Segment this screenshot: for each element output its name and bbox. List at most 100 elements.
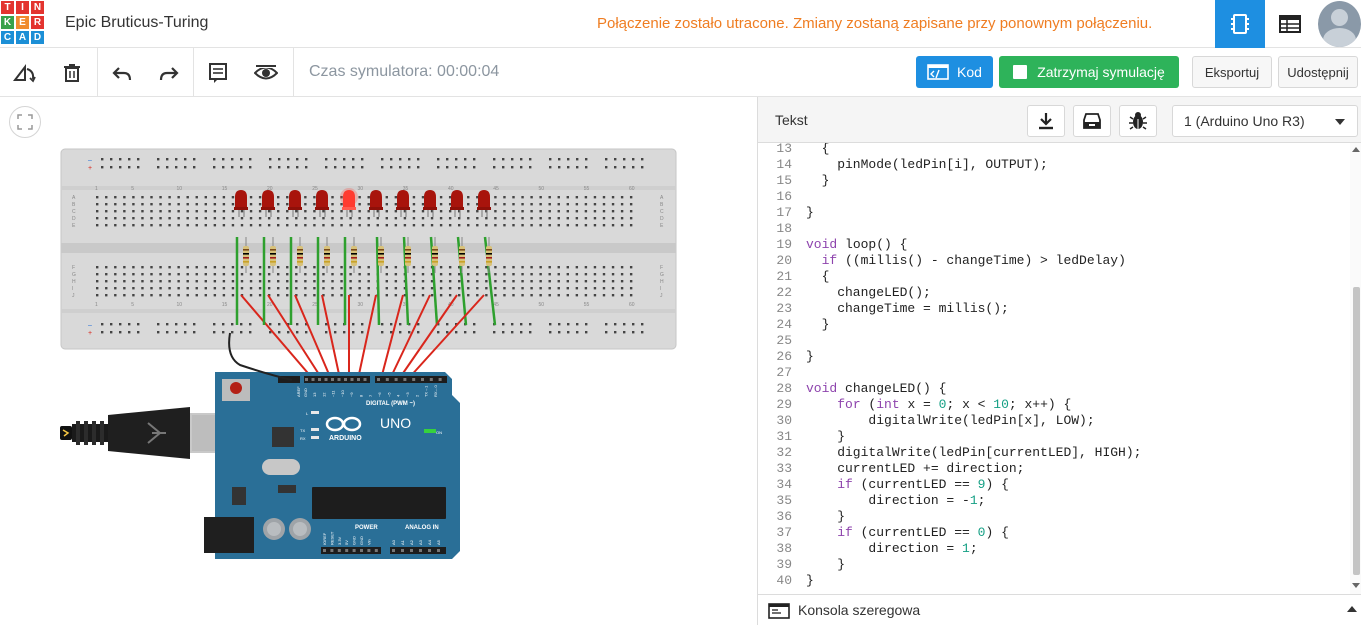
- header-pin[interactable]: [311, 378, 315, 381]
- breadboard-hole[interactable]: [385, 217, 388, 220]
- breadboard-hole[interactable]: [349, 273, 352, 276]
- power-rail-hole[interactable]: [549, 166, 552, 169]
- power-rail-hole[interactable]: [325, 331, 328, 334]
- breadboard-hole[interactable]: [421, 273, 425, 276]
- rotate-button[interactable]: [10, 58, 40, 88]
- power-rail-hole[interactable]: [157, 166, 160, 169]
- breadboard-hole[interactable]: [114, 224, 117, 227]
- header-pin[interactable]: [357, 378, 360, 381]
- header-pin[interactable]: [374, 549, 378, 552]
- breadboard-hole[interactable]: [376, 217, 379, 220]
- power-rail-hole[interactable]: [287, 166, 290, 169]
- header-pin[interactable]: [403, 378, 407, 381]
- power-rail-hole[interactable]: [381, 166, 384, 169]
- breadboard-hole[interactable]: [439, 210, 443, 213]
- power-rail-hole[interactable]: [222, 323, 225, 326]
- breadboard-hole[interactable]: [304, 203, 307, 206]
- breadboard-hole[interactable]: [575, 196, 579, 199]
- breadboard-hole[interactable]: [439, 217, 443, 220]
- code-line[interactable]: 38 direction = 1;: [758, 541, 1348, 557]
- breadboard-hole[interactable]: [539, 217, 542, 220]
- breadboard-hole[interactable]: [195, 224, 198, 227]
- power-rail-hole[interactable]: [567, 331, 570, 334]
- breadboard-hole[interactable]: [304, 287, 307, 290]
- code-line[interactable]: 15 }: [758, 173, 1348, 189]
- code-line[interactable]: 13 {: [758, 143, 1348, 157]
- breadboard-hole[interactable]: [467, 294, 470, 297]
- breadboard-hole[interactable]: [575, 224, 579, 227]
- breadboard-hole[interactable]: [231, 196, 235, 199]
- power-rail-hole[interactable]: [184, 158, 187, 161]
- power-rail-hole[interactable]: [455, 331, 458, 334]
- breadboard-hole[interactable]: [611, 273, 615, 276]
- breadboard-hole[interactable]: [168, 203, 171, 206]
- power-rail-hole[interactable]: [175, 158, 178, 161]
- power-rail-hole[interactable]: [166, 166, 169, 169]
- breadboard-hole[interactable]: [530, 217, 533, 220]
- breadboard-hole[interactable]: [593, 224, 597, 227]
- breadboard-hole[interactable]: [530, 196, 533, 199]
- power-rail-hole[interactable]: [558, 331, 561, 334]
- breadboard-hole[interactable]: [295, 287, 298, 290]
- breadboard-hole[interactable]: [141, 273, 144, 276]
- breadboard-hole[interactable]: [557, 224, 560, 227]
- breadboard-hole[interactable]: [331, 273, 334, 276]
- header-pin[interactable]: [337, 549, 341, 552]
- power-rail-hole[interactable]: [437, 166, 440, 169]
- redo-button[interactable]: [154, 58, 184, 88]
- power-rail-hole[interactable]: [511, 158, 514, 161]
- breadboard-hole[interactable]: [313, 217, 316, 220]
- power-rail-hole[interactable]: [632, 166, 635, 169]
- code-line[interactable]: 37 if (currentLED == 0) {: [758, 525, 1348, 541]
- code-line[interactable]: 28 void changeLED() {: [758, 381, 1348, 397]
- breadboard-hole[interactable]: [494, 266, 497, 269]
- breadboard-hole[interactable]: [177, 203, 180, 206]
- power-rail-hole[interactable]: [128, 323, 131, 326]
- breadboard-hole[interactable]: [620, 266, 624, 269]
- breadboard-hole[interactable]: [123, 266, 126, 269]
- breadboard-hole[interactable]: [213, 196, 217, 199]
- power-rail-hole[interactable]: [502, 158, 505, 161]
- breadboard-hole[interactable]: [267, 224, 271, 227]
- breadboard-hole[interactable]: [277, 280, 280, 283]
- power-rail-hole[interactable]: [408, 158, 411, 161]
- breadboard-hole[interactable]: [539, 280, 542, 283]
- breadboard-hole[interactable]: [286, 210, 289, 213]
- header-pin[interactable]: [428, 549, 431, 552]
- arduino-uno-board[interactable]: ARDUINO UNO DIGITAL (PWM ~) POWER ANALOG…: [204, 372, 460, 559]
- breadboard-hole[interactable]: [168, 273, 171, 276]
- breadboard-hole[interactable]: [304, 210, 307, 213]
- breadboard-hole[interactable]: [530, 210, 533, 213]
- breadboard-hole[interactable]: [204, 217, 207, 220]
- breadboard-hole[interactable]: [141, 224, 144, 227]
- breadboard-hole[interactable]: [358, 266, 361, 269]
- breadboard-hole[interactable]: [521, 210, 524, 213]
- breadboard-hole[interactable]: [249, 203, 253, 206]
- power-rail-hole[interactable]: [473, 166, 476, 169]
- breadboard-hole[interactable]: [150, 210, 153, 213]
- breadboard-hole[interactable]: [159, 210, 162, 213]
- breadboard-hole[interactable]: [96, 287, 99, 290]
- power-rail-hole[interactable]: [417, 166, 420, 169]
- breadboard-hole[interactable]: [494, 217, 497, 220]
- breadboard-hole[interactable]: [132, 280, 135, 283]
- breadboard-hole[interactable]: [503, 287, 506, 290]
- power-rail-hole[interactable]: [623, 331, 626, 334]
- breadboard-hole[interactable]: [467, 196, 470, 199]
- power-rail-hole[interactable]: [529, 331, 532, 334]
- breadboard-hole[interactable]: [476, 217, 479, 220]
- breadboard-hole[interactable]: [367, 273, 370, 276]
- breadboard-hole[interactable]: [629, 224, 633, 227]
- power-rail-hole[interactable]: [585, 166, 588, 169]
- breadboard-hole[interactable]: [593, 196, 597, 199]
- power-rail-hole[interactable]: [157, 331, 160, 334]
- breadboard-hole[interactable]: [439, 294, 443, 297]
- breadboard-hole[interactable]: [222, 217, 226, 220]
- header-pin[interactable]: [412, 378, 416, 381]
- breadboard-hole[interactable]: [177, 280, 180, 283]
- breadboard-hole[interactable]: [503, 280, 506, 283]
- breadboard-hole[interactable]: [629, 217, 633, 220]
- breadboard-hole[interactable]: [512, 224, 515, 227]
- breadboard-hole[interactable]: [331, 294, 334, 297]
- breadboard-hole[interactable]: [476, 280, 479, 283]
